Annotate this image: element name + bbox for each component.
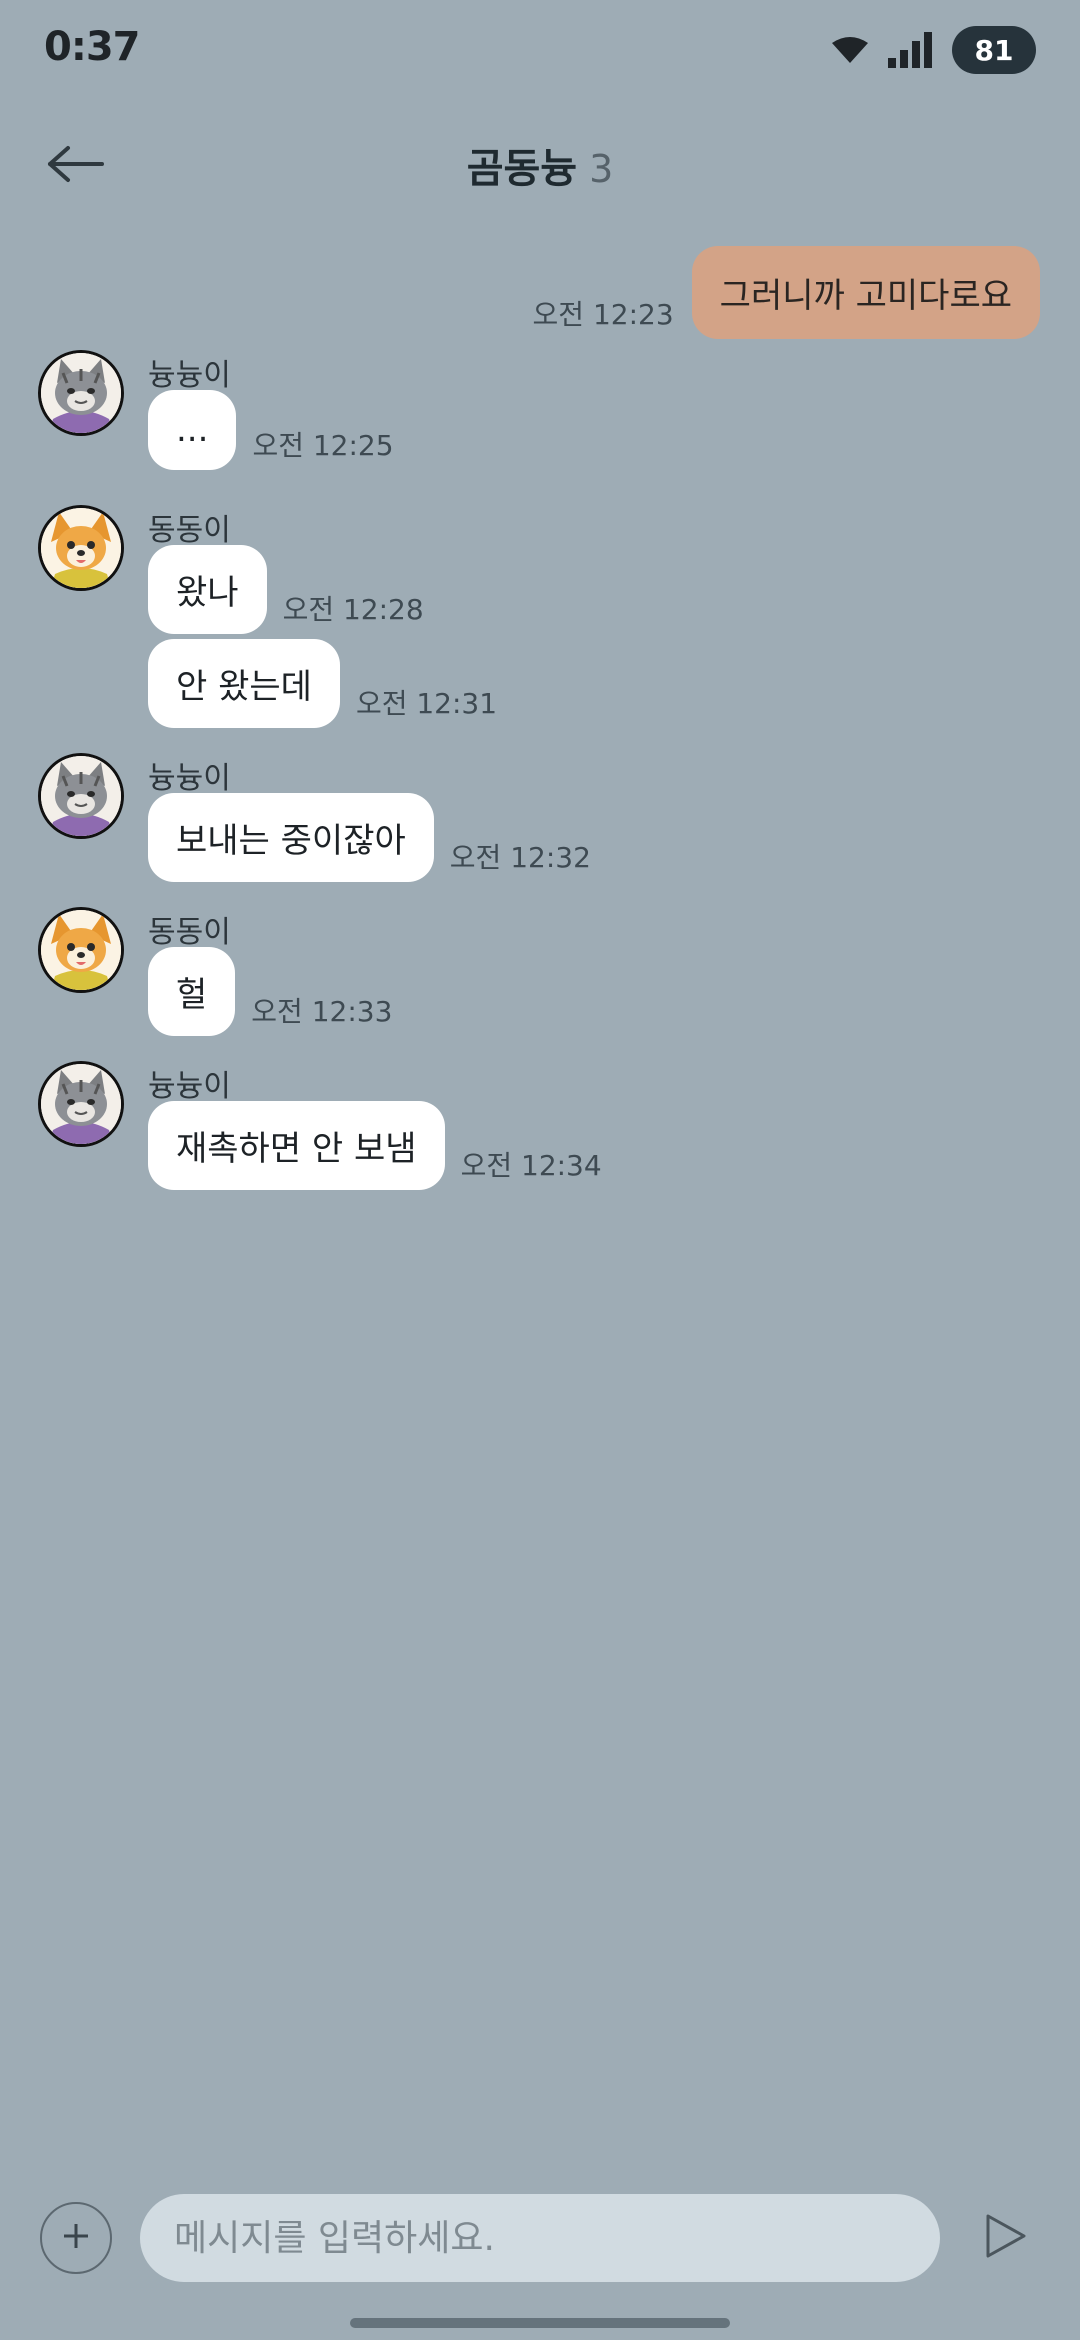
wifi-icon xyxy=(830,35,870,65)
send-button[interactable] xyxy=(976,2208,1036,2268)
status-time: 0:37 xyxy=(44,24,140,70)
status-bar: 0:37 81 xyxy=(0,0,1080,100)
sender-name: 동동이 xyxy=(148,915,231,950)
message-row: 재촉하면 안 보냄 오전 12:34 xyxy=(148,1101,602,1190)
add-attachment-button[interactable] xyxy=(40,2202,112,2274)
signal-icon xyxy=(888,32,934,68)
message-bubble[interactable]: 보내는 중이잖아 xyxy=(148,793,434,882)
message-time: 오전 12:33 xyxy=(251,995,393,1028)
message-row: 왔나 오전 12:28 xyxy=(148,545,424,634)
chat-header: 곰동늉 3 xyxy=(0,120,1080,210)
cat-avatar[interactable] xyxy=(38,1061,124,1147)
cat-avatar[interactable] xyxy=(38,753,124,839)
message-row: ... 오전 12:25 xyxy=(148,390,394,470)
message-time: 오전 12:28 xyxy=(282,593,424,626)
message-row: 안 왔는데 오전 12:31 xyxy=(148,639,497,728)
my-message-row: 오전 12:23 그러니까 고미다로요 xyxy=(533,246,1040,339)
message-time: 오전 12:23 xyxy=(532,298,674,331)
message-row: 보내는 중이잖아 오전 12:32 xyxy=(148,793,591,882)
message-row: 헐 오전 12:33 xyxy=(148,947,392,1036)
message-bubble[interactable]: ... xyxy=(148,390,237,470)
plus-icon xyxy=(61,2215,91,2261)
message-bubble[interactable]: 재촉하면 안 보냄 xyxy=(148,1101,445,1190)
home-indicator xyxy=(350,2318,730,2328)
message-time: 오전 12:34 xyxy=(460,1149,602,1182)
message-bubble[interactable]: 안 왔는데 xyxy=(148,639,340,728)
battery-badge: 81 xyxy=(952,26,1036,74)
sender-name: 동동이 xyxy=(148,513,231,548)
dog-avatar[interactable] xyxy=(38,505,124,591)
cat-avatar[interactable] xyxy=(38,350,124,436)
chat-room-title: 곰동늉 xyxy=(466,146,578,192)
message-time: 오전 12:31 xyxy=(355,687,498,720)
message-bubble[interactable]: 왔나 xyxy=(148,545,267,634)
message-input[interactable] xyxy=(140,2194,940,2282)
message-time: 오전 12:25 xyxy=(252,429,394,462)
message-time: 오전 12:32 xyxy=(449,841,591,874)
dog-avatar[interactable] xyxy=(38,907,124,993)
message-composer xyxy=(0,2194,1080,2284)
sender-name: 늉늉이 xyxy=(148,761,231,796)
my-message-bubble[interactable]: 그러니까 고미다로요 xyxy=(691,246,1040,339)
send-icon xyxy=(984,2212,1028,2264)
title-wrap: 곰동늉 3 xyxy=(0,136,1080,194)
message-bubble[interactable]: 헐 xyxy=(148,947,236,1036)
member-count: 3 xyxy=(589,147,614,191)
sender-name: 늉늉이 xyxy=(148,1069,231,1104)
status-icons: 81 xyxy=(830,26,1036,74)
sender-name: 늉늉이 xyxy=(148,358,231,393)
